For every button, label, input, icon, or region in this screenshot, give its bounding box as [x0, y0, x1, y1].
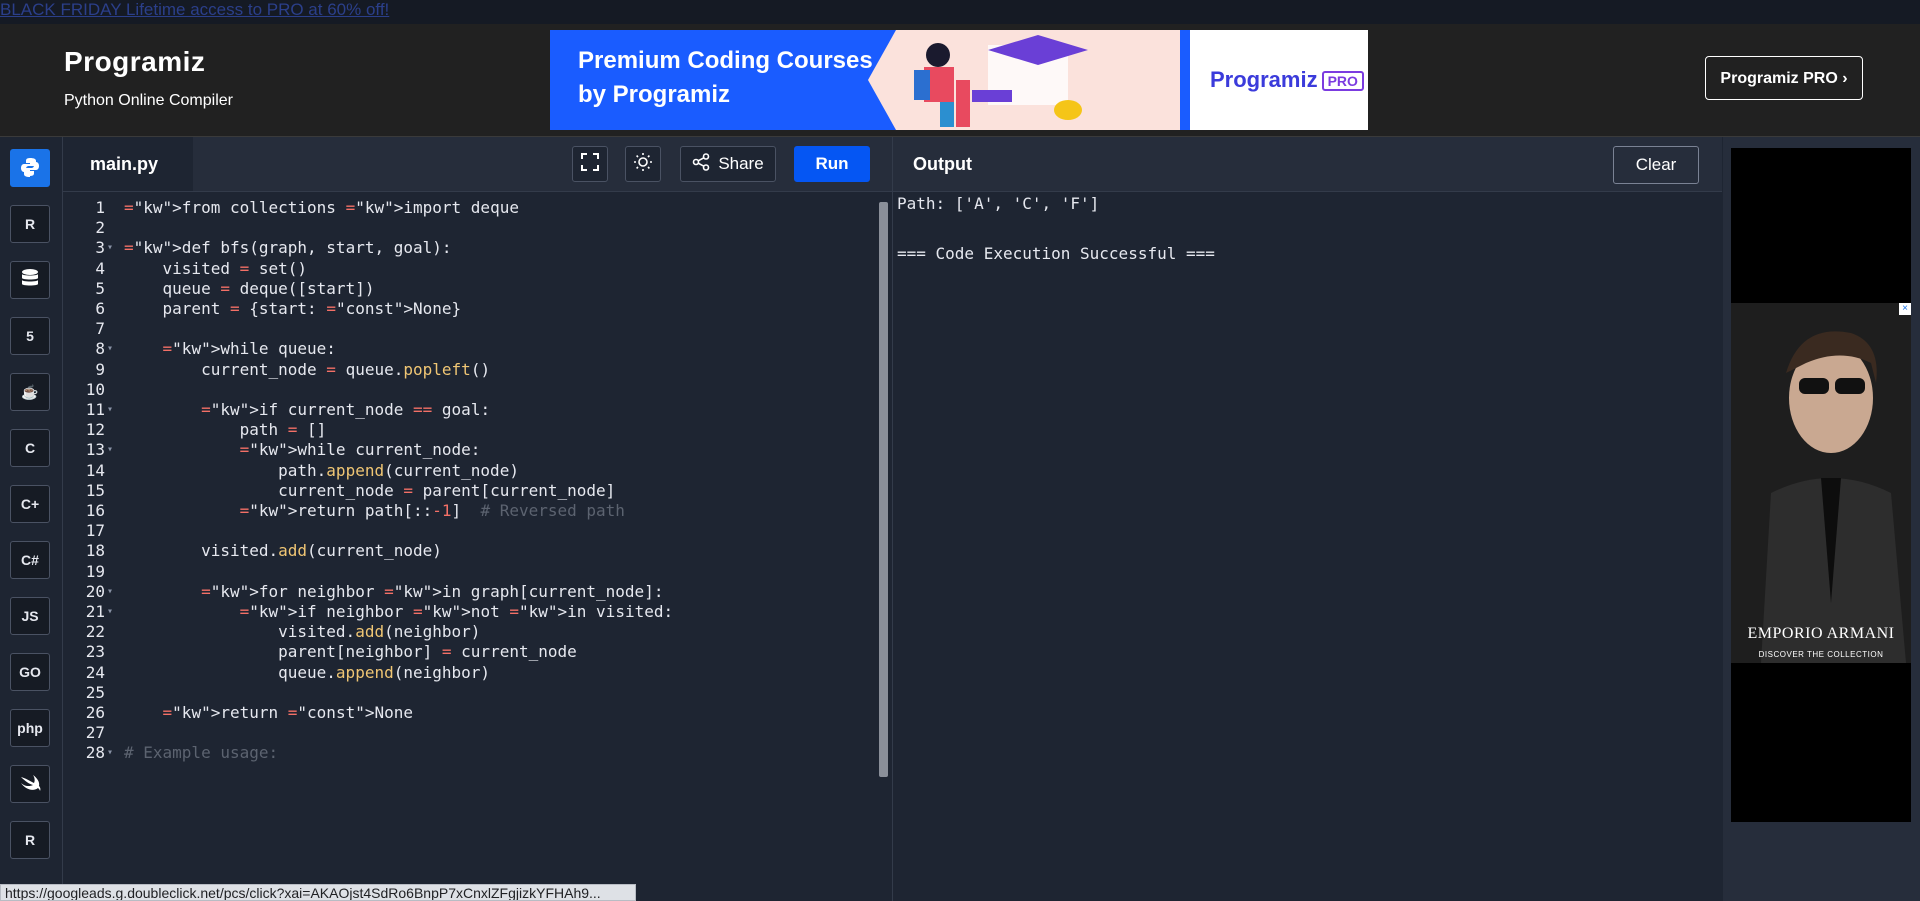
rust-language-button[interactable]: R [10, 821, 50, 859]
php-language-button[interactable]: php [10, 709, 50, 747]
code-text: # Example usage: [124, 743, 279, 763]
go-language-button[interactable]: GO [10, 653, 50, 691]
python-icon [19, 156, 41, 181]
run-button[interactable]: Run [794, 146, 870, 182]
editor-toolbar: main.py Share Run [63, 137, 892, 192]
java-language-button[interactable]: ☕ [10, 373, 50, 411]
editor-scrollbar[interactable] [879, 202, 888, 777]
page-subtitle: Python Online Compiler [64, 92, 233, 109]
banner-logo: Programiz PRO [1210, 67, 1364, 93]
file-tab-main[interactable]: main.py [63, 137, 193, 191]
share-icon [692, 152, 710, 176]
output-title: Output [913, 154, 972, 174]
swift-language-button[interactable] [10, 765, 50, 803]
status-bar-url: https://googleads.g.doubleclick.net/pcs/… [0, 884, 636, 901]
top-header: Programiz Python Online Compiler Premium… [0, 24, 1920, 137]
banner-headline: Premium Coding Courses by Programiz [578, 47, 873, 108]
output-console[interactable]: Path: ['A', 'C', 'F'] === Code Execution … [893, 192, 1722, 901]
sql-language-button[interactable] [10, 261, 50, 299]
rust-icon: R [24, 832, 36, 848]
ad-banner[interactable]: Premium Coding Courses by Programiz Prog… [550, 30, 1368, 130]
go-icon: GO [19, 664, 41, 680]
html-icon: 5 [26, 328, 34, 344]
java-icon: ☕ [21, 383, 39, 400]
cpp-icon: C+ [20, 496, 40, 512]
c-icon: C [24, 440, 36, 456]
cpp-language-button[interactable]: C+ [10, 485, 50, 523]
html-language-button[interactable]: 5 [10, 317, 50, 355]
run-label: Run [815, 154, 849, 173]
line-number: 28 [85, 743, 105, 763]
ad-cta: DISCOVER THE COLLECTION [1758, 650, 1884, 659]
c-language-button[interactable]: C [10, 429, 50, 467]
ad-column: EMPORIO ARMANI DISCOVER THE COLLECTION × [1723, 137, 1920, 901]
sun-icon [633, 152, 653, 177]
ad-image[interactable]: EMPORIO ARMANI DISCOVER THE COLLECTION × [1731, 303, 1911, 663]
php-icon: php [17, 720, 43, 736]
output-line: === Code Execution Successful === [897, 244, 1215, 263]
python-language-button[interactable] [10, 149, 50, 187]
programiz-logo[interactable]: Programiz [64, 46, 205, 78]
code-editor[interactable]: 1 ="kw">from collections ="kw">import deq… [63, 192, 892, 901]
promo-link[interactable]: BLACK FRIDAY Lifetime access to PRO at 6… [0, 0, 1920, 24]
swift-icon [19, 773, 41, 796]
ad-brand: EMPORIO ARMANI [1747, 625, 1895, 642]
output-toolbar: Output Clear [893, 137, 1722, 192]
sql-icon [20, 268, 40, 293]
r-icon: R [24, 216, 36, 232]
clear-button[interactable]: Clear [1613, 146, 1699, 184]
fullscreen-icon [581, 152, 599, 176]
js-icon: JS [21, 608, 39, 624]
code-line[interactable]: 28 ▾ # Example usage: [63, 741, 873, 765]
csharp-icon: C# [21, 552, 39, 568]
fullscreen-button[interactable] [572, 146, 608, 182]
ad-frame[interactable]: EMPORIO ARMANI DISCOVER THE COLLECTION × [1731, 148, 1911, 822]
fold-toggle-icon[interactable]: ▾ [107, 741, 117, 765]
share-label: Share [718, 154, 764, 173]
csharp-language-button[interactable]: C# [10, 541, 50, 579]
banner-illustration [868, 30, 1180, 130]
language-sidebar: R 5 ☕ C C+ C# JS GO php R [0, 137, 63, 901]
theme-toggle-button[interactable] [625, 146, 661, 182]
pro-badge: PRO [1321, 71, 1364, 92]
programiz-pro-button[interactable]: Programiz PRO › [1705, 56, 1863, 100]
share-button[interactable]: Share [680, 146, 776, 182]
r-language-button[interactable]: R [10, 205, 50, 243]
ad-close-icon[interactable]: × [1899, 303, 1911, 315]
output-line: Path: ['A', 'C', 'F'] [897, 194, 1100, 213]
js-language-button[interactable]: JS [10, 597, 50, 635]
